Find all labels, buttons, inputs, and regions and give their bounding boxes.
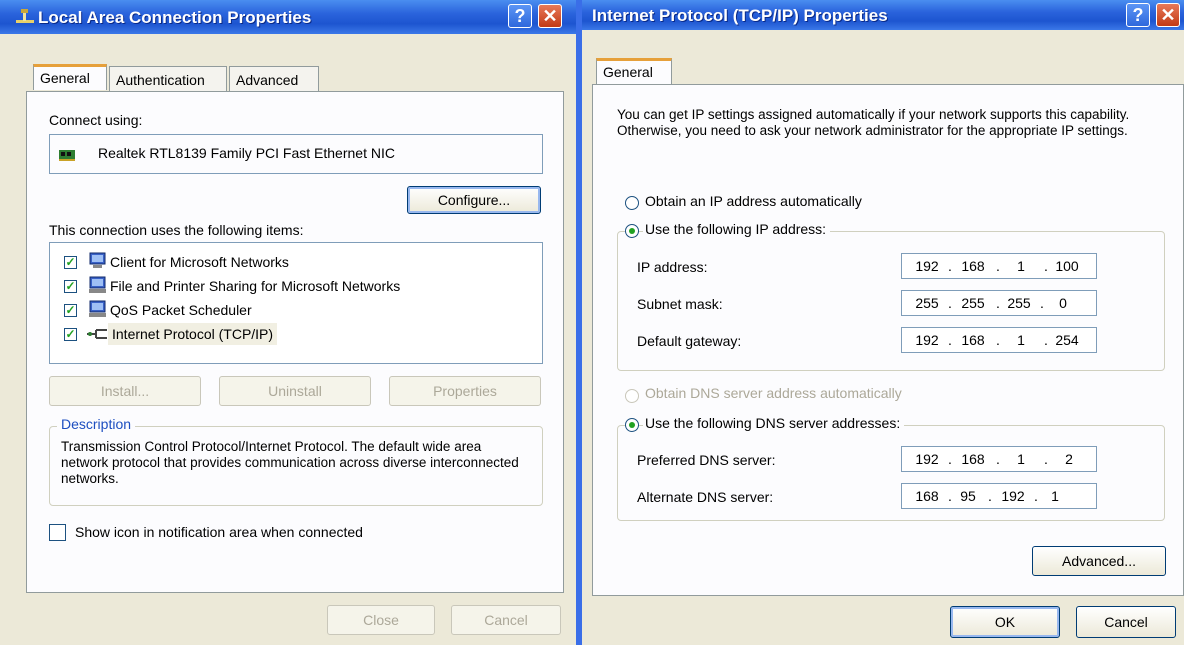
local-area-connection-properties-window: Local Area Connection Properties ? ✕ Gen… xyxy=(0,0,576,645)
item-checkbox[interactable]: ✓ xyxy=(64,304,77,317)
tab-general[interactable]: General xyxy=(33,64,107,90)
general-panel: Connect using: Realtek RTL8139 Family PC… xyxy=(26,91,564,593)
show-icon-checkbox[interactable] xyxy=(49,524,66,541)
obtain-ip-auto-label: Obtain an IP address automatically xyxy=(645,193,862,209)
install-button[interactable]: Install... xyxy=(49,376,201,406)
help-button[interactable]: ? xyxy=(508,4,532,28)
tcpip-properties-window: Internet Protocol (TCP/IP) Properties ? … xyxy=(582,0,1184,645)
network-card-icon xyxy=(59,148,77,164)
list-item-selected[interactable]: ✓ Internet Protocol (TCP/IP) xyxy=(50,323,530,347)
advanced-button[interactable]: Advanced... xyxy=(1032,546,1166,576)
ip-address-label: IP address: xyxy=(637,259,708,275)
show-icon-label: Show icon in notification area when conn… xyxy=(75,524,363,540)
item-checkbox[interactable]: ✓ xyxy=(64,280,77,293)
network-client-icon xyxy=(88,252,108,273)
preferred-dns-field[interactable]: 192. 168. 1. 2 xyxy=(901,446,1097,472)
items-list[interactable]: ✓ Client for Microsoft Networks ✓ File a… xyxy=(49,242,543,364)
help-button[interactable]: ? xyxy=(1126,3,1150,27)
obtain-ip-auto-radio[interactable] xyxy=(625,196,639,210)
item-checkbox[interactable]: ✓ xyxy=(64,328,77,341)
obtain-dns-auto-label: Obtain DNS server address automatically xyxy=(645,385,902,401)
ip-address-field[interactable]: 192. 168. 1. 100 xyxy=(901,253,1097,279)
network-service-icon xyxy=(88,276,108,297)
preferred-dns-label: Preferred DNS server: xyxy=(637,452,776,468)
description-title: Description xyxy=(57,416,136,432)
close-button[interactable]: Close xyxy=(327,605,435,635)
list-item[interactable]: ✓ File and Printer Sharing for Microsoft… xyxy=(50,275,530,299)
alternate-dns-field[interactable]: 168. 95. 192. 1 xyxy=(901,483,1097,509)
ok-button[interactable]: OK xyxy=(950,606,1060,638)
subnet-mask-field[interactable]: 255. 255. 255. 0 xyxy=(901,290,1097,316)
default-gateway-label: Default gateway: xyxy=(637,333,742,349)
protocol-icon xyxy=(86,327,108,344)
item-label: File and Printer Sharing for Microsoft N… xyxy=(110,278,401,294)
window-title: Internet Protocol (TCP/IP) Properties xyxy=(592,6,888,25)
adapter-name: Realtek RTL8139 Family PCI Fast Ethernet… xyxy=(98,145,395,161)
properties-button[interactable]: Properties xyxy=(389,376,541,406)
description-text: Transmission Control Protocol/Internet P… xyxy=(61,439,519,486)
items-label: This connection uses the following items… xyxy=(49,222,304,238)
use-following-dns-label: Use the following DNS server addresses: xyxy=(643,415,905,431)
tab-general[interactable]: General xyxy=(596,58,672,84)
use-following-ip-label: Use the following IP address: xyxy=(643,221,831,237)
item-label: Internet Protocol (TCP/IP) xyxy=(108,323,278,345)
cancel-button[interactable]: Cancel xyxy=(1076,606,1176,638)
network-connection-icon xyxy=(14,9,36,28)
item-checkbox[interactable]: ✓ xyxy=(64,256,77,269)
use-following-dns-radio[interactable] xyxy=(625,418,639,432)
title-bar[interactable]: Internet Protocol (TCP/IP) Properties ? … xyxy=(582,0,1184,30)
cancel-button[interactable]: Cancel xyxy=(451,605,561,635)
title-bar[interactable]: Local Area Connection Properties ? ✕ xyxy=(0,0,576,34)
alternate-dns-label: Alternate DNS server: xyxy=(637,489,774,505)
item-label: QoS Packet Scheduler xyxy=(110,302,252,318)
close-window-button[interactable]: ✕ xyxy=(538,4,562,28)
subnet-mask-label: Subnet mask: xyxy=(637,296,723,312)
network-service-icon xyxy=(88,300,108,321)
configure-button[interactable]: Configure... xyxy=(407,186,541,214)
obtain-dns-auto-radio[interactable] xyxy=(625,389,639,403)
item-label: Client for Microsoft Networks xyxy=(110,254,289,270)
tab-authentication[interactable]: Authentication xyxy=(109,66,227,92)
tab-advanced[interactable]: Advanced xyxy=(229,66,319,92)
intro-text: You can get IP settings assigned automat… xyxy=(617,107,1130,138)
window-title: Local Area Connection Properties xyxy=(38,8,312,27)
list-item[interactable]: ✓ Client for Microsoft Networks xyxy=(50,251,530,275)
close-window-button[interactable]: ✕ xyxy=(1156,3,1180,27)
default-gateway-field[interactable]: 192. 168. 1. 254 xyxy=(901,327,1097,353)
general-panel: You can get IP settings assigned automat… xyxy=(592,84,1184,596)
uninstall-button[interactable]: Uninstall xyxy=(219,376,371,406)
connect-using-label: Connect using: xyxy=(49,112,143,128)
use-following-ip-radio[interactable] xyxy=(625,224,639,238)
list-item[interactable]: ✓ QoS Packet Scheduler xyxy=(50,299,530,323)
adapter-box: Realtek RTL8139 Family PCI Fast Ethernet… xyxy=(49,134,543,174)
